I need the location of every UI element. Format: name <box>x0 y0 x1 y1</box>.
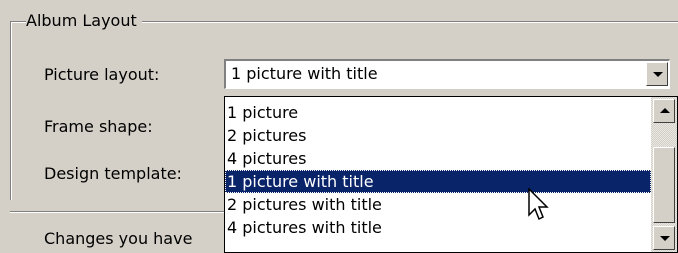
vertical-scrollbar[interactable] <box>651 97 677 252</box>
list-item[interactable]: 4 pictures with title <box>225 216 651 239</box>
changes-text: Changes you have <box>44 229 193 248</box>
options-list: 1 picture 2 pictures 4 pictures 1 pictur… <box>225 101 651 239</box>
mouse-pointer-icon <box>528 188 549 221</box>
combobox-value: 1 picture with title <box>231 64 378 83</box>
chevron-down-icon <box>660 236 670 241</box>
list-item[interactable]: 1 picture <box>225 101 651 124</box>
design-template-label: Design template: <box>44 164 182 183</box>
list-item-selected[interactable]: 1 picture with title <box>225 170 651 193</box>
scroll-up-button[interactable] <box>653 99 675 123</box>
frame-shape-label: Frame shape: <box>44 117 153 136</box>
list-item[interactable]: 4 pictures <box>225 147 651 170</box>
scroll-down-button[interactable] <box>653 226 675 250</box>
combobox-dropdown-button[interactable] <box>646 62 668 86</box>
chevron-up-icon <box>660 108 670 113</box>
list-item[interactable]: 2 pictures with title <box>225 193 651 216</box>
album-layout-dialog: Album Layout Picture layout: Frame shape… <box>0 0 678 253</box>
picture-layout-combobox[interactable]: 1 picture with title <box>224 59 670 89</box>
picture-layout-dropdown-list[interactable]: 1 picture 2 pictures 4 pictures 1 pictur… <box>224 96 678 253</box>
groupbox-title: Album Layout <box>26 10 142 32</box>
picture-layout-label: Picture layout: <box>44 65 160 84</box>
separator <box>10 211 224 213</box>
scrollbar-thumb[interactable] <box>653 147 675 223</box>
list-item[interactable]: 2 pictures <box>225 124 651 147</box>
chevron-down-icon <box>653 72 663 77</box>
